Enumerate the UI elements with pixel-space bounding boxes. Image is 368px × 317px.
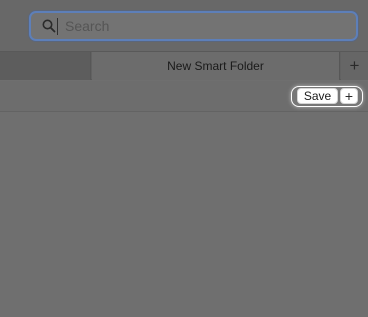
search-field[interactable] xyxy=(29,11,358,41)
tab-previous[interactable] xyxy=(0,52,91,80)
window-toolbar xyxy=(0,0,368,51)
save-button[interactable]: Save xyxy=(297,88,338,104)
tab-bar: New Smart Folder + xyxy=(0,51,368,80)
new-tab-button[interactable]: + xyxy=(341,52,368,80)
search-input[interactable] xyxy=(61,14,356,38)
finder-window: New Smart Folder + Save + xyxy=(0,0,368,317)
add-criteria-button[interactable]: + xyxy=(340,88,358,104)
tab-new-smart-folder[interactable]: New Smart Folder xyxy=(92,52,340,80)
text-caret xyxy=(57,18,58,35)
results-area xyxy=(0,112,368,317)
